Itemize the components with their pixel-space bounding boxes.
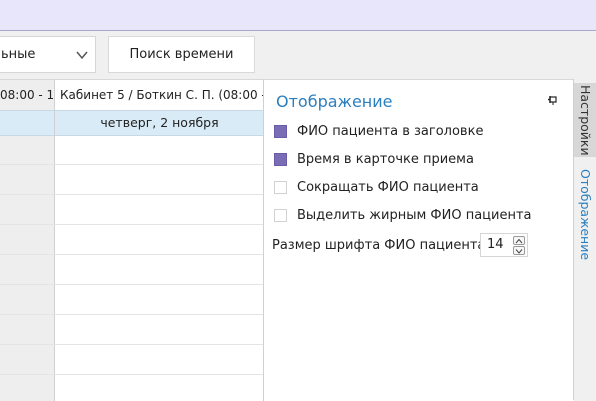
display-settings-panel: Отображение ФИО пациента в заголовке Вре… — [263, 79, 574, 401]
option-bold-name[interactable]: Выделить жирным ФИО пациента — [274, 204, 532, 226]
option-shorten-name[interactable]: Сокращать ФИО пациента — [274, 176, 479, 198]
chevron-down-icon — [515, 249, 523, 254]
grid-row-line — [0, 224, 264, 225]
search-time-button[interactable]: Поиск времени — [108, 36, 255, 73]
view-mode-dropdown[interactable]: ьные — [0, 36, 96, 73]
option-label: ФИО пациента в заголовке — [297, 123, 484, 139]
increment-button[interactable] — [513, 236, 525, 245]
font-size-stepper[interactable]: 14 — [480, 233, 528, 257]
tab-display[interactable]: Отображение — [574, 169, 596, 260]
grid-row-line — [0, 164, 264, 165]
grid-row-line — [0, 254, 264, 255]
checkbox-unchecked[interactable] — [274, 180, 287, 194]
font-size-label: Размер шрифта ФИО пациента — [272, 237, 486, 253]
option-label: Выделить жирным ФИО пациента — [297, 207, 532, 223]
chevron-up-icon — [515, 238, 523, 244]
day-bar-left — [0, 110, 54, 136]
font-size-value[interactable]: 14 — [487, 237, 504, 252]
panel-title: Отображение — [276, 92, 393, 111]
option-time-in-card[interactable]: Время в карточке приема — [274, 148, 474, 170]
pin-icon[interactable] — [547, 94, 559, 106]
dropdown-value: ьные — [1, 47, 36, 62]
option-patient-name-in-header[interactable]: ФИО пациента в заголовке — [274, 120, 483, 142]
schedule-grid: 08:00 - 17 Кабинет 5 / Боткин С. П. (08:… — [0, 79, 264, 401]
decrement-button[interactable] — [513, 246, 525, 255]
grid-row-line — [0, 344, 264, 345]
chevron-down-icon — [76, 51, 88, 60]
option-label: Сокращать ФИО пациента — [297, 179, 479, 195]
option-label: Время в карточке приема — [297, 151, 474, 167]
tab-settings[interactable]: Настройки — [574, 83, 596, 157]
grid-row-line — [0, 194, 264, 195]
grid-row-line — [0, 284, 264, 285]
checkbox-unchecked[interactable] — [274, 208, 287, 222]
checkbox-checked[interactable] — [274, 124, 287, 138]
column-header-1[interactable]: 08:00 - 17 — [0, 80, 53, 110]
checkbox-checked[interactable] — [274, 152, 287, 166]
top-bar — [0, 0, 596, 31]
column-header-cabinet[interactable]: Кабинет 5 / Боткин С. П. (08:00 - — [60, 80, 264, 110]
grid-row-line — [0, 314, 264, 315]
side-tab-strip: Настройки Отображение — [573, 79, 596, 400]
grid-row-line — [0, 374, 264, 375]
day-label[interactable]: четверг, 2 ноября — [55, 110, 264, 136]
